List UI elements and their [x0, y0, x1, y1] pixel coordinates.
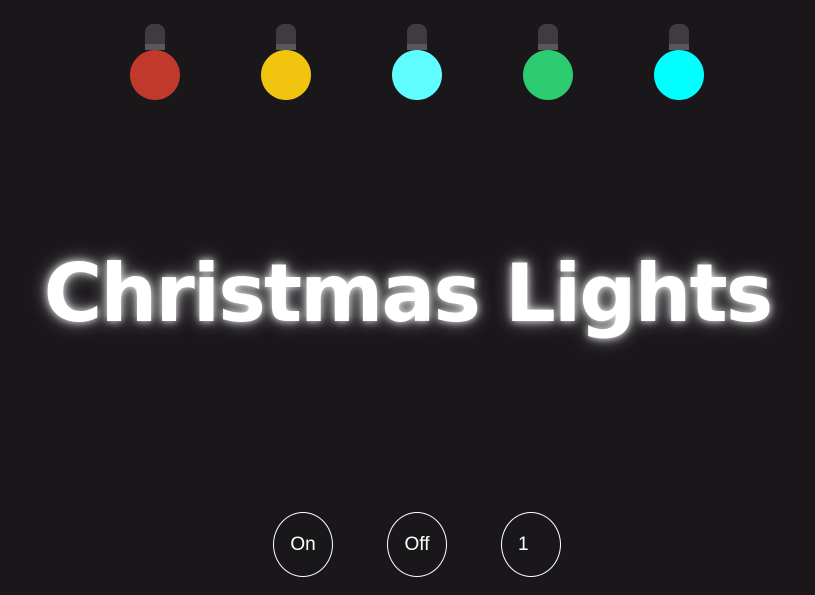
bulb-green	[523, 24, 573, 100]
bulb-glass	[130, 50, 180, 100]
light-string	[0, 0, 815, 110]
bulb-light-cyan	[392, 24, 442, 100]
bulb-cyan	[654, 24, 704, 100]
bulb-yellow	[261, 24, 311, 100]
bulb-glass	[392, 50, 442, 100]
on-button[interactable]: On	[273, 512, 333, 577]
bulb-glass	[654, 50, 704, 100]
bulb-red	[130, 24, 180, 100]
off-button[interactable]: Off	[387, 512, 447, 577]
bulb-glass	[261, 50, 311, 100]
page-title: Christmas Lights	[43, 247, 774, 340]
speed-input[interactable]	[501, 512, 561, 577]
light-controls: On Off	[0, 512, 815, 577]
bulb-glass	[523, 50, 573, 100]
